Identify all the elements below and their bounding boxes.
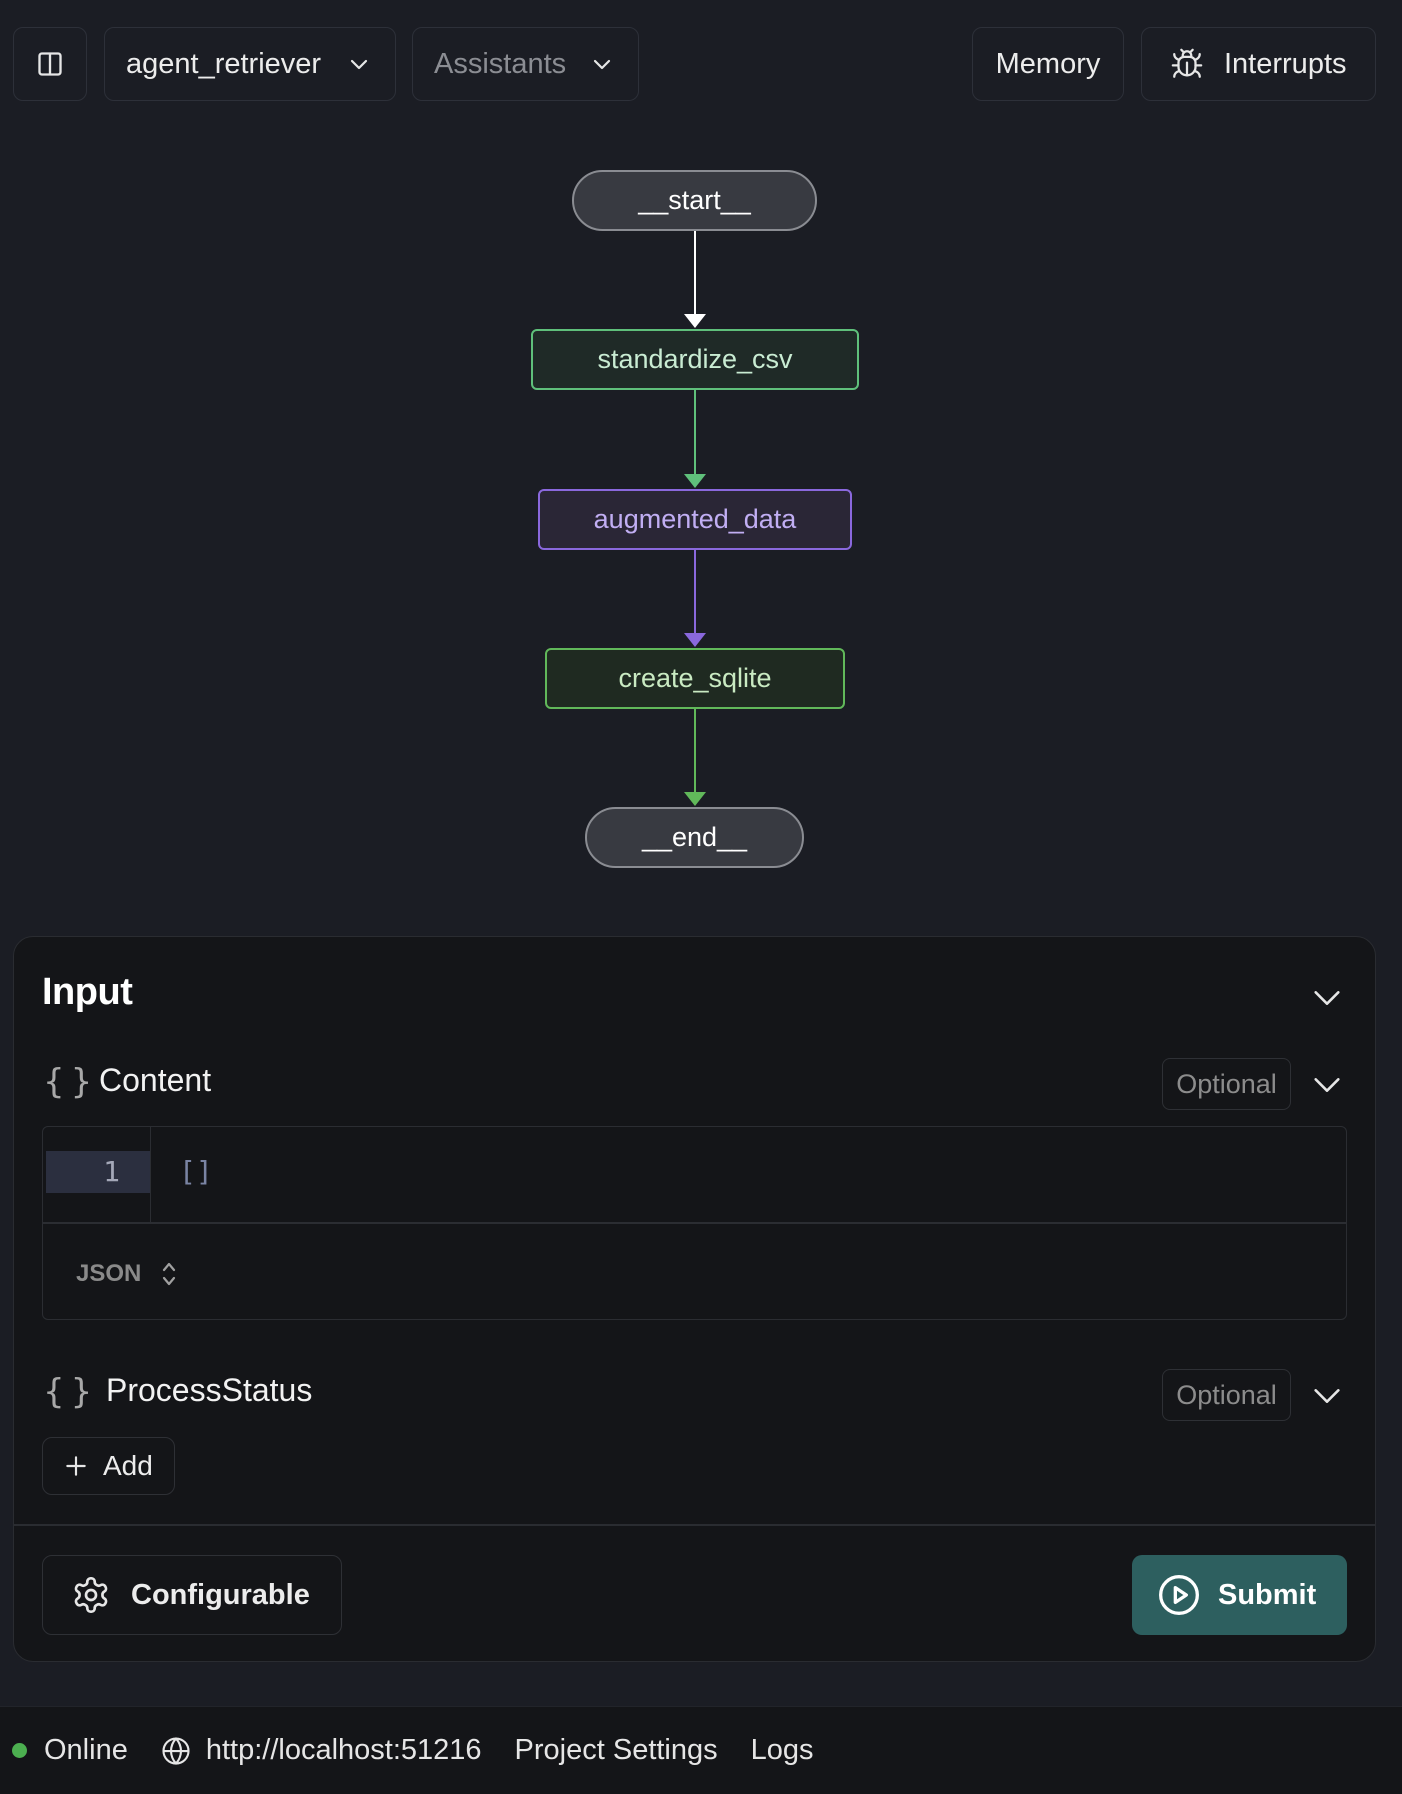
graph-select-value: agent_retriever (126, 47, 322, 80)
chevron-up-down-icon (163, 1262, 176, 1286)
processstatus-expand-chevron-icon[interactable] (1310, 1379, 1344, 1413)
submit-button[interactable]: Submit (1132, 1555, 1347, 1635)
interrupts-button[interactable]: Interrupts (1141, 27, 1376, 101)
editor-divider (43, 1222, 1346, 1224)
panel-divider (14, 1524, 1375, 1526)
graph-canvas: __start__ standardize_csv augmented_data… (0, 100, 1402, 920)
processstatus-optional-badge: Optional (1162, 1369, 1291, 1421)
submit-label: Submit (1218, 1578, 1317, 1611)
chevron-down-icon (350, 59, 368, 70)
node-augmented-data[interactable]: augmented_data (538, 489, 852, 550)
gear-icon (74, 1577, 108, 1613)
edge-sqlite-end-arrow (684, 792, 706, 806)
globe-icon (162, 1736, 190, 1765)
node-create-sqlite[interactable]: create_sqlite (545, 648, 845, 709)
project-settings-label: Project Settings (514, 1734, 718, 1766)
play-circle-icon (1159, 1575, 1199, 1615)
online-status: Online (12, 1734, 128, 1767)
configurable-label: Configurable (131, 1578, 310, 1611)
editor-gutter: 1 (43, 1127, 151, 1222)
chevron-down-icon (593, 59, 611, 70)
node-end[interactable]: __end__ (585, 807, 804, 868)
content-expand-chevron-icon[interactable] (1310, 1068, 1344, 1102)
add-button[interactable]: Add (42, 1437, 175, 1495)
editor-code[interactable]: [] (179, 1151, 213, 1193)
assistants-select-value: Assistants (434, 47, 567, 80)
node-standardize-csv[interactable]: standardize_csv (531, 329, 859, 390)
processstatus-field-label: ProcessStatus (106, 1372, 313, 1408)
edge-augmented-sqlite-arrow (684, 633, 706, 647)
braces-icon: {} (43, 1372, 99, 1412)
server-url-link[interactable]: http://localhost:51216 (161, 1734, 482, 1767)
language-select[interactable]: JSON (76, 1259, 179, 1289)
line-number: 1 (46, 1151, 150, 1193)
project-settings-link[interactable]: Project Settings (515, 1734, 718, 1767)
sidebar-toggle-button[interactable] (13, 27, 87, 101)
node-start[interactable]: __start__ (572, 170, 817, 231)
logs-label: Logs (750, 1734, 814, 1766)
sidebar-panel-icon (38, 52, 62, 76)
status-dot-icon (12, 1743, 27, 1758)
status-bar: Online http://localhost:51216 Project Se… (0, 1706, 1402, 1794)
memory-button[interactable]: Memory (972, 27, 1124, 101)
collapse-panel-chevron-icon[interactable] (1310, 981, 1344, 1015)
content-optional-badge: Optional (1162, 1058, 1291, 1110)
edge-start-standardize-arrow (684, 314, 706, 328)
input-panel: Input {} Content Optional 1 [] JSON {} P… (13, 936, 1376, 1662)
logs-link[interactable]: Logs (751, 1734, 814, 1767)
interrupts-label: Interrupts (1224, 47, 1347, 80)
add-label: Add (103, 1450, 153, 1481)
braces-icon: {} (43, 1062, 99, 1102)
graph-select[interactable]: agent_retriever (104, 27, 396, 101)
memory-label: Memory (995, 47, 1101, 80)
assistants-select[interactable]: Assistants (412, 27, 639, 101)
json-editor[interactable]: 1 [] JSON (42, 1126, 1347, 1320)
bug-icon (1171, 48, 1203, 78)
server-url: http://localhost:51216 (205, 1734, 482, 1766)
edge-standardize-augmented-arrow (684, 474, 706, 488)
plus-icon (66, 1456, 86, 1476)
content-field-label: Content (99, 1062, 212, 1098)
configurable-button[interactable]: Configurable (42, 1555, 342, 1635)
language-select-value: JSON (76, 1260, 142, 1287)
status-label: Online (44, 1734, 128, 1766)
input-panel-title: Input (42, 971, 133, 1013)
